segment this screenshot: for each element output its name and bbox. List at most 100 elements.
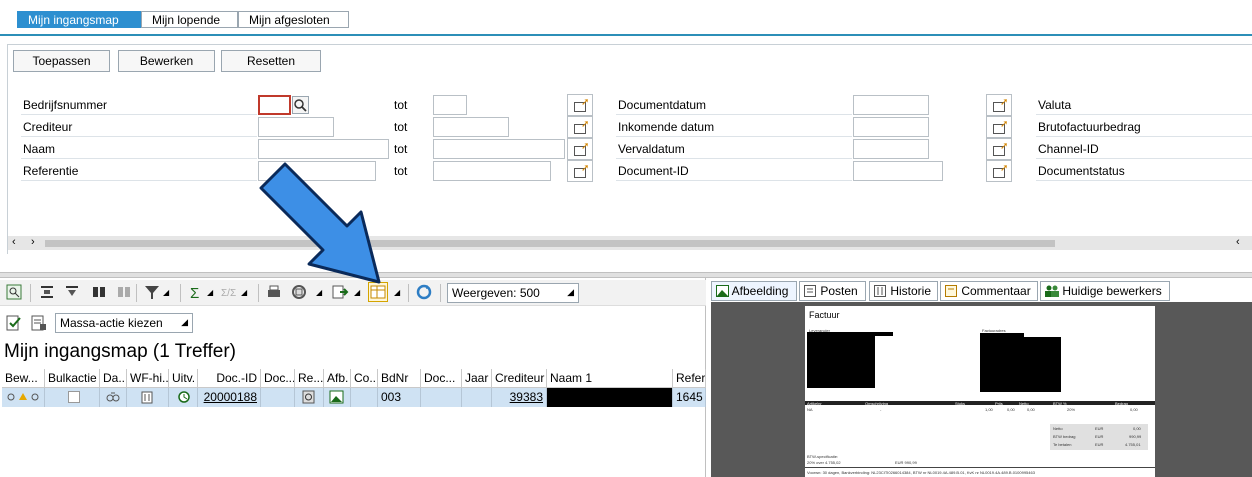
bulk-action-checkbox[interactable] (68, 391, 80, 403)
column-header[interactable]: WF-hi... (127, 369, 169, 388)
crediteur-link[interactable]: 39383 (492, 388, 547, 407)
invoice-title: Factuur (809, 310, 840, 320)
bedrijfsnummer-from-input[interactable] (258, 95, 291, 115)
data-cell (421, 388, 462, 407)
column-header[interactable]: Bew... (2, 369, 45, 388)
edit-button[interactable]: Bewerken (118, 50, 215, 72)
multiple-selection-icon[interactable]: ➚ (986, 94, 1012, 116)
column-header[interactable]: BdNr (378, 369, 421, 388)
naam-redacted (547, 388, 673, 407)
crediteur-to-input[interactable] (433, 117, 509, 137)
find-icon[interactable] (89, 282, 109, 302)
tab-posten[interactable]: Posten (799, 281, 866, 301)
to-label: tot (394, 98, 408, 112)
image-cell[interactable] (324, 388, 351, 407)
data-cell (100, 388, 127, 407)
filter-label-referentie: Referentie (23, 164, 79, 178)
table-row-status[interactable] (2, 388, 45, 407)
column-header[interactable]: Re... (295, 369, 324, 388)
sort-ascending-icon[interactable] (37, 282, 57, 302)
bedrijfsnummer-to-input[interactable] (433, 95, 467, 115)
scrollbar-thumb[interactable] (45, 240, 1055, 247)
execute-cell[interactable] (169, 388, 198, 407)
tab-commentaar[interactable]: Commentaar (940, 281, 1038, 301)
search-help-icon[interactable] (292, 96, 309, 114)
to-label: tot (394, 120, 408, 134)
reference-cell: 1645 (673, 388, 706, 407)
tab-historie[interactable]: Historie (869, 281, 938, 301)
bulk-action-checkbox-cell (45, 388, 100, 407)
filter-label-bedrijfsnummer: Bedrijfsnummer (23, 98, 108, 112)
multiple-selection-icon[interactable]: ➚ (567, 94, 593, 116)
column-header[interactable]: Refer (673, 369, 706, 388)
find-next-icon[interactable] (114, 282, 134, 302)
column-header[interactable]: Co... (351, 369, 378, 388)
filter-label-naam: Naam (23, 142, 56, 156)
display-count-value: Weergeven: 500 (452, 286, 540, 300)
referentie-to-input[interactable] (433, 161, 551, 181)
data-cell (295, 388, 324, 407)
doc-id-link[interactable]: 20000188 (198, 388, 261, 407)
list-title: Mijn ingangsmap (1 Treffer) (4, 341, 236, 362)
mass-action-dropdown[interactable]: Massa-actie kiezen ◢ (55, 313, 193, 333)
filter-label-documentdatum: Documentdatum (618, 98, 707, 112)
sum-icon[interactable]: Σ (186, 282, 206, 302)
scroll-right-icon[interactable]: › (31, 236, 35, 248)
naam-from-input[interactable] (258, 139, 389, 159)
deselect-all-icon[interactable] (29, 313, 49, 333)
scroll-left-icon[interactable]: ‹ (12, 236, 16, 248)
reset-button[interactable]: Resetten (221, 50, 321, 72)
data-cell (462, 388, 492, 407)
tab-mijn-ingangsmap[interactable]: Mijn ingangsmap (17, 11, 141, 28)
data-cell (351, 388, 378, 407)
to-label: tot (394, 164, 408, 178)
multiple-selection-icon[interactable]: ➚ (567, 160, 593, 182)
multiple-selection-icon[interactable]: ➚ (986, 160, 1012, 182)
inkomende-datum-input[interactable] (853, 117, 929, 137)
column-header[interactable]: Jaar (462, 369, 492, 388)
naam-to-input[interactable] (433, 139, 565, 159)
documentdatum-input[interactable] (853, 95, 929, 115)
sort-descending-icon[interactable] (62, 282, 82, 302)
to-label: tot (394, 142, 408, 156)
column-header[interactable]: Afb. (324, 369, 351, 388)
refresh-icon[interactable] (414, 282, 434, 302)
workflow-history-cell[interactable] (127, 388, 169, 407)
details-icon[interactable] (4, 282, 24, 302)
subtotal-icon[interactable]: Σ/Σ (218, 282, 238, 302)
svg-text:Σ: Σ (190, 285, 199, 301)
select-all-icon[interactable] (4, 313, 24, 333)
document-id-input[interactable] (853, 161, 943, 181)
filter-label-crediteur: Crediteur (23, 120, 73, 134)
vervaldatum-input[interactable] (853, 139, 929, 159)
tab-huidige-bewerkers[interactable]: Huidige bewerkers (1040, 281, 1170, 301)
filter-icon[interactable] (142, 282, 162, 302)
redacted-block (807, 336, 875, 388)
filter-label-inkomende-datum: Inkomende datum (618, 120, 715, 134)
column-header[interactable]: Uitv. (169, 369, 198, 388)
column-header[interactable]: Doc.-ID (198, 369, 261, 388)
scroll-left-icon[interactable]: ‹ (1236, 236, 1240, 248)
column-header[interactable]: Doc... (421, 369, 462, 388)
mass-action-value: Massa-actie kiezen (60, 316, 163, 330)
multiple-selection-icon[interactable]: ➚ (567, 116, 593, 138)
tab-afbeelding[interactable]: Afbeelding (711, 281, 797, 301)
column-header[interactable]: Da... (100, 369, 127, 388)
svg-text:Σ/Σ: Σ/Σ (221, 288, 236, 299)
multiple-selection-icon[interactable]: ➚ (986, 116, 1012, 138)
display-count-dropdown[interactable]: Weergeven: 500 ◢ (447, 283, 579, 303)
column-header[interactable]: Crediteur (492, 369, 547, 388)
multiple-selection-icon[interactable]: ➚ (986, 138, 1012, 160)
filter-label-brutofactuurbedrag: Brutofactuurbedrag (1038, 120, 1141, 134)
apply-button[interactable]: Toepassen (13, 50, 110, 72)
crediteur-from-input[interactable] (258, 117, 334, 137)
column-header[interactable]: Doc... (261, 369, 295, 388)
invoice-image: Factuur Leverancier Factuuradres Artikel… (805, 306, 1155, 477)
multiple-selection-icon[interactable]: ➚ (567, 138, 593, 160)
column-header[interactable]: Bulkactie (45, 369, 100, 388)
annotation-arrow (259, 162, 381, 284)
tab-mijn-lopende[interactable]: Mijn lopende (141, 11, 238, 28)
tab-mijn-afgesloten[interactable]: Mijn afgesloten (238, 11, 349, 28)
filter-label-vervaldatum: Vervaldatum (618, 142, 685, 156)
column-header[interactable]: Naam 1 (547, 369, 673, 388)
